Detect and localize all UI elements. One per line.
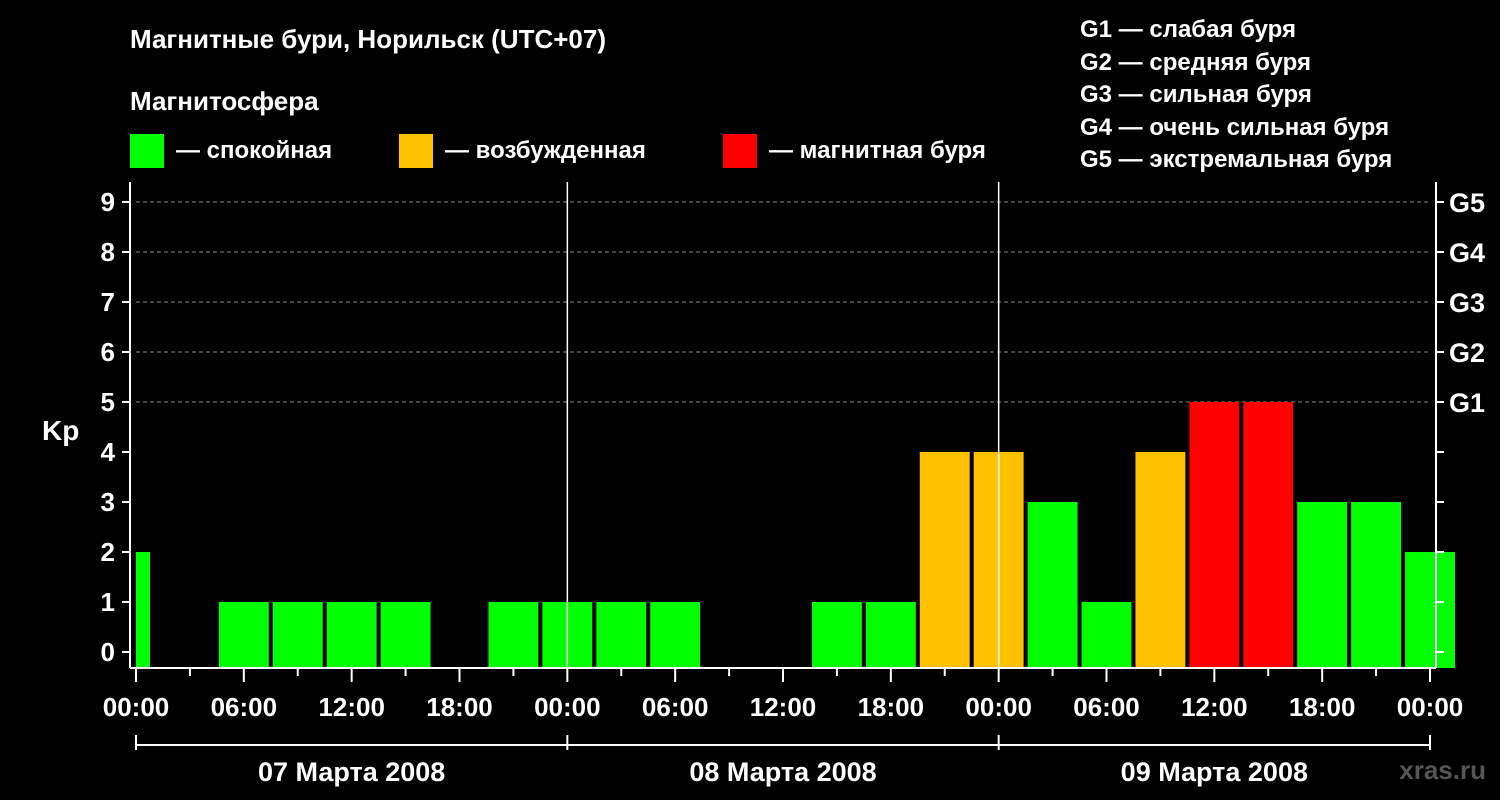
x-tick-label: 00:00 bbox=[103, 692, 170, 722]
day-label: 07 Марта 2008 bbox=[258, 757, 445, 787]
x-tick-label: 06:00 bbox=[1073, 692, 1140, 722]
x-tick-label: 12:00 bbox=[318, 692, 385, 722]
kp-bar bbox=[650, 602, 701, 668]
y-tick-label: 1 bbox=[101, 587, 115, 617]
y-tick-label: 9 bbox=[101, 187, 115, 217]
kp-bar bbox=[811, 602, 862, 668]
g-level-label: G5 bbox=[1449, 188, 1485, 218]
x-tick-label: 00:00 bbox=[534, 692, 601, 722]
kp-bar bbox=[1135, 452, 1186, 668]
kp-bar bbox=[865, 602, 916, 668]
day-label: 08 Марта 2008 bbox=[689, 757, 876, 787]
x-tick-label: 06:00 bbox=[211, 692, 278, 722]
x-tick-label: 18:00 bbox=[858, 692, 925, 722]
y-tick-label: 3 bbox=[101, 487, 115, 517]
g-level-label: G1 bbox=[1449, 388, 1485, 418]
y-tick-label: 0 bbox=[101, 637, 115, 667]
x-tick-label: 12:00 bbox=[750, 692, 817, 722]
y-tick-label: 2 bbox=[101, 537, 115, 567]
y-axis-label: Kp bbox=[42, 415, 79, 446]
kp-bar bbox=[218, 602, 269, 668]
kp-bar bbox=[1027, 502, 1078, 668]
kp-bar bbox=[596, 602, 647, 668]
kp-bar bbox=[326, 602, 377, 668]
g-level-label: G3 bbox=[1449, 288, 1485, 318]
y-tick-label: 6 bbox=[101, 337, 115, 367]
y-tick-label: 8 bbox=[101, 237, 115, 267]
x-tick-label: 18:00 bbox=[1289, 692, 1356, 722]
x-tick-label: 18:00 bbox=[426, 692, 493, 722]
g-level-label: G4 bbox=[1449, 238, 1485, 268]
kp-chart: 0 1 2 3 4 5 6 7 8 9 G1 G2 G3 G4 G5 Kp 00:00 06:00 12:00 18:… bbox=[42, 182, 1485, 787]
y-tick-label: 4 bbox=[101, 437, 116, 467]
kp-bar bbox=[1081, 602, 1132, 668]
y-tick-label: 7 bbox=[101, 287, 115, 317]
kp-bar bbox=[1297, 502, 1348, 668]
g-level-label: G2 bbox=[1449, 338, 1485, 368]
x-tick-label: 00:00 bbox=[965, 692, 1032, 722]
kp-bar bbox=[919, 452, 970, 668]
kp-bar bbox=[136, 552, 150, 668]
kp-bar bbox=[488, 602, 539, 668]
x-tick-label: 06:00 bbox=[642, 692, 709, 722]
day-label: 09 Марта 2008 bbox=[1121, 757, 1308, 787]
kp-bar bbox=[1405, 552, 1455, 668]
kp-bar bbox=[1351, 502, 1402, 668]
x-tick-label: 00:00 bbox=[1397, 692, 1464, 722]
kp-bar bbox=[272, 602, 323, 668]
kp-bar bbox=[1243, 402, 1294, 668]
y-tick-label: 5 bbox=[101, 387, 115, 417]
kp-bar bbox=[1189, 402, 1240, 668]
kp-bar bbox=[380, 602, 431, 668]
watermark: xras.ru bbox=[1399, 755, 1486, 785]
x-tick-label: 12:00 bbox=[1181, 692, 1248, 722]
